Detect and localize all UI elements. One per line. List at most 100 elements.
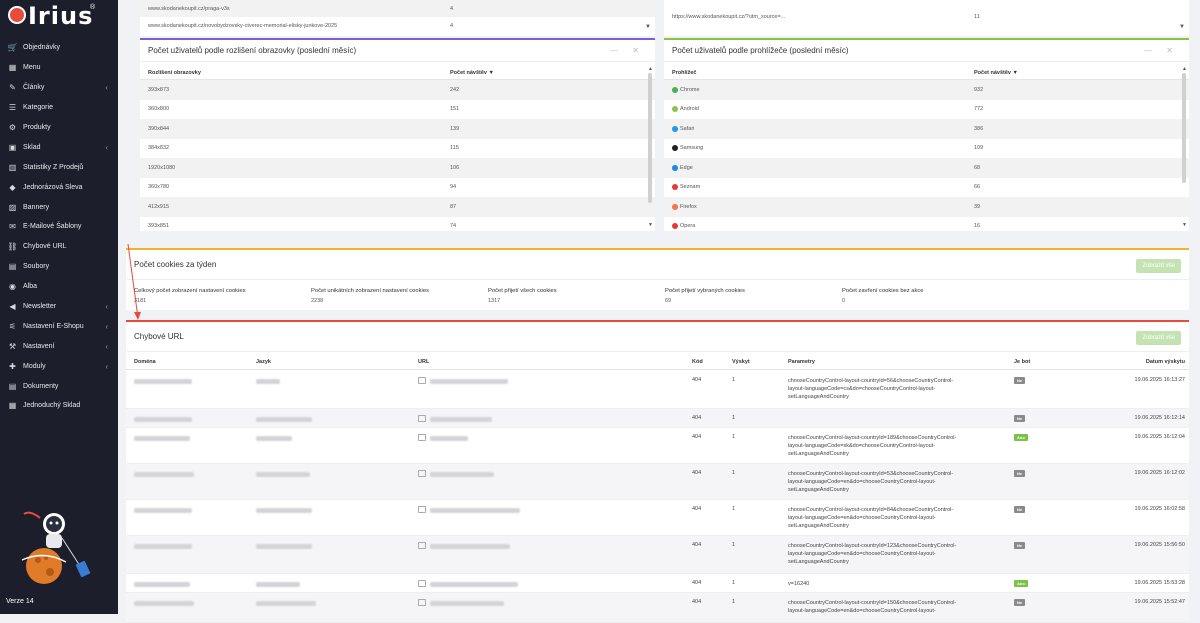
blurred-url [430, 472, 494, 477]
table-row[interactable]: 404 1 chooseCountryControl-layout-countryI… [126, 371, 1189, 409]
registered-icon: ® [90, 4, 96, 11]
sidebar-item-objedn-vky[interactable]: 🛒 Objednávky [0, 38, 118, 58]
browser-table-body: Chrome 932 Android 772 Safari 386 Samsung 109 Ed… [664, 80, 1189, 236]
params-cell: v=16240 [788, 581, 810, 587]
sidebar-item-label: Alba [23, 283, 38, 291]
table-row[interactable]: 404 1 chooseCountryControl-layout-countryI… [126, 500, 1189, 536]
blurred-url [430, 508, 520, 513]
image-icon [418, 377, 426, 384]
scroll-down-icon[interactable]: ▼ [1179, 24, 1185, 30]
resolution-table-body: 393x873 242 360x800 151 390x844 139 384x832 115… [140, 80, 655, 236]
sidebar-item-label: Dokumenty [23, 382, 59, 390]
scrollbar[interactable] [1182, 73, 1186, 183]
sidebar-item-soubory[interactable]: ▤ Soubory [0, 257, 118, 277]
sidebar-item-kategorie[interactable]: ☰ Kategorie [0, 98, 118, 118]
blurred-domain [134, 379, 192, 384]
resolution-panel: Počet uživatelů podle rozlišení obrazovk… [140, 38, 655, 231]
panel-title: Počet uživatelů podle prohlížeče (posled… [672, 46, 849, 55]
image-icon: ▨ [8, 202, 17, 212]
sidebar-item-label: Jednoduchý Sklad [23, 402, 81, 410]
table-row[interactable]: 404 1 chooseCountryControl-layout-countryI… [126, 464, 1189, 500]
image-icon [418, 506, 426, 513]
image-icon [418, 434, 426, 441]
sidebar-item-alba[interactable]: ◉ Alba [0, 277, 118, 297]
top-url-panel-left: www.skodanekoupit.cz/praga-v3s 4 www.sko… [140, 0, 655, 36]
params-cell: chooseCountryControl-layout-countryId=84… [788, 507, 954, 529]
file-icon: ▤ [8, 262, 17, 272]
logo-mark-icon [8, 6, 26, 24]
sort-header-visits[interactable]: Počet návštěv ▼ [974, 70, 1018, 76]
image-icon [418, 580, 426, 587]
sidebar-item-newsletter[interactable]: ◀ Newsletter ‹ [0, 297, 118, 317]
blurred-url [430, 582, 518, 587]
box-icon: ▣ [8, 142, 17, 152]
sort-header-visits[interactable]: Počet návštěv ▼ [450, 70, 494, 76]
sidebar-item--l-nky[interactable]: ✎ Články ‹ [0, 78, 118, 98]
image-icon [418, 415, 426, 422]
sidebar-item-statistiky-z-prodej-[interactable]: ▥ Statistiky Z Prodejů [0, 157, 118, 177]
camera-icon: ◉ [9, 282, 16, 292]
sidebar-item-dokumenty[interactable]: ▤ Dokumenty [0, 376, 118, 396]
sidebar-item-sklad[interactable]: ▣ Sklad ‹ [0, 137, 118, 157]
cookie-stat: Počet přijetí všech cookies 1317 [488, 288, 557, 304]
cookies-show-all-button[interactable]: Zobrazit vše [1136, 259, 1181, 273]
bot-badge: Ne [1014, 377, 1026, 384]
chevron-left-icon: ‹ [105, 83, 108, 93]
table-row[interactable]: 404 1 chooseCountryControl-layout-countryI… [126, 536, 1189, 574]
sidebar-item-nastaven-e-shopu[interactable]: ⚟ Nastavení E-Shopu ‹ [0, 316, 118, 336]
list-icon: ☰ [8, 103, 17, 113]
sidebar-item-label: Menu [23, 64, 41, 72]
brand-logo[interactable]: Irius ® [6, 2, 96, 30]
sidebar-item-jednoduch-sklad[interactable]: ▦ Jednoduchý Sklad [0, 396, 118, 416]
table-row: 1920x1080 106 [140, 158, 655, 178]
cookie-stat: Počet přijetí vybraných cookies 69 [665, 288, 745, 304]
scroll-up-icon[interactable]: ▲ [648, 66, 653, 72]
scroll-up-icon[interactable]: ▲ [1182, 66, 1187, 72]
list-item: www.skodanekoupit.cz/praga-v3s 4 [140, 0, 655, 17]
blurred-domain [134, 582, 190, 587]
sidebar-item-chybov-url[interactable]: ⛓ Chybové URL [0, 237, 118, 257]
menu-icon: ▦ [8, 63, 17, 73]
blurred-domain [134, 601, 194, 606]
bot-badge: Ne [1014, 415, 1026, 422]
table-row: 393x873 242 [140, 80, 655, 100]
scroll-down-icon[interactable]: ▼ [1182, 222, 1187, 228]
sidebar-item-jednor-zov-sleva[interactable]: ◆ Jednorázová Sleva [0, 177, 118, 197]
sidebar-item-moduly[interactable]: ✚ Moduly ‹ [0, 356, 118, 376]
image-icon [418, 599, 426, 606]
table-row[interactable]: 404 1 Ne 19.06.2025 16:12:14 [126, 409, 1189, 428]
bot-badge: Ne [1014, 506, 1026, 513]
scrollbar[interactable] [648, 73, 652, 203]
sidebar-item-nastaven-[interactable]: ⚒ Nastavení ‹ [0, 336, 118, 356]
blurred-domain [134, 472, 194, 477]
table-row[interactable]: 404 1 chooseCountryControl-layout-countryI… [126, 593, 1189, 623]
panel-title: Počet cookies za týden [134, 260, 217, 269]
panel-controls[interactable]: — ✕ [1144, 46, 1179, 55]
scroll-down-icon[interactable]: ▼ [645, 24, 651, 30]
sidebar-item-produkty[interactable]: ⚙ Produkty [0, 118, 118, 138]
sidebar-item-e-mailov-ablony[interactable]: ✉ E-Mailové Šablony [0, 217, 118, 237]
sidebar-item-label: Newsletter [23, 303, 57, 311]
image-icon [418, 542, 426, 549]
blurred-domain [134, 544, 192, 549]
panel-controls[interactable]: — ✕ [610, 46, 645, 55]
blurred-url [430, 544, 510, 549]
blurred-domain [134, 417, 192, 422]
table-row[interactable]: 404 1 chooseCountryControl-layout-countryI… [126, 428, 1189, 464]
chevron-left-icon: ‹ [105, 361, 108, 371]
errors-show-all-button[interactable]: Zobrazit vše [1136, 331, 1181, 345]
params-cell: chooseCountryControl-layout-countryId=53… [788, 471, 954, 493]
chart-icon: ▥ [8, 162, 17, 172]
bot-badge: Ne [1014, 542, 1026, 549]
sidebar-item-label: Objednávky [23, 44, 60, 52]
blurred-language [256, 436, 292, 441]
blurred-url [430, 417, 492, 422]
chevron-left-icon: ‹ [105, 341, 108, 351]
sidebar-item-label: Sklad [23, 143, 41, 151]
panel-title: Chybové URL [134, 332, 184, 341]
sidebar-item-menu[interactable]: ▦ Menu [0, 58, 118, 78]
blurred-language [256, 601, 316, 606]
scroll-down-icon[interactable]: ▼ [648, 222, 653, 228]
table-row[interactable]: 404 1 v=16240 Ano 19.06.2025 15:53:28 [126, 574, 1189, 593]
sidebar-item-bannery[interactable]: ▨ Bannery [0, 197, 118, 217]
